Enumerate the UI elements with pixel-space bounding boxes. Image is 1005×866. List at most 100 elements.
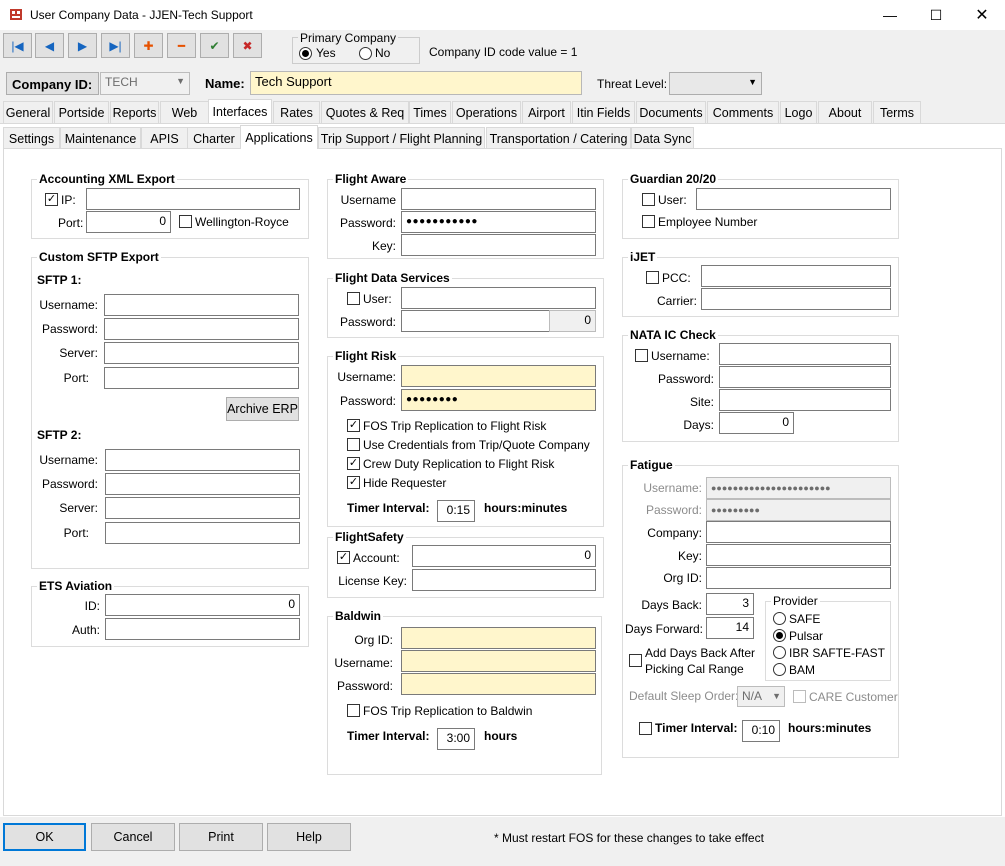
delete-record-button[interactable]: ━ — [167, 33, 196, 58]
maximize-icon[interactable]: ☐ — [913, 0, 959, 30]
fat-timer-checkbox[interactable] — [639, 722, 652, 735]
nata-site-input[interactable] — [719, 389, 891, 411]
sftp1-password-input[interactable] — [104, 318, 299, 340]
fat-days-forward-input[interactable]: 14 — [706, 617, 754, 639]
tab-about[interactable]: About — [818, 101, 872, 123]
cancel-record-button[interactable]: ✖ — [233, 33, 262, 58]
guardian-employee-checkbox[interactable] — [642, 215, 655, 228]
tab-rates[interactable]: Rates — [273, 101, 320, 123]
tab-documents[interactable]: Documents — [636, 101, 706, 123]
sftp1-server-input[interactable] — [104, 342, 299, 364]
subtab-data-sync[interactable]: Data Sync — [631, 127, 694, 149]
ijet-pcc-input[interactable] — [701, 265, 891, 287]
company-id-select[interactable]: TECH ▼ — [100, 72, 190, 95]
ets-id-input[interactable]: 0 — [105, 594, 300, 616]
bw-fos-replication-checkbox[interactable] — [347, 704, 360, 717]
prev-record-button[interactable]: ◀ — [35, 33, 64, 58]
sftp2-username-input[interactable] — [105, 449, 300, 471]
guardian-user-checkbox[interactable] — [642, 193, 655, 206]
tab-portside[interactable]: Portside — [54, 101, 109, 123]
fr-crew-duty-checkbox[interactable]: ✓ — [347, 457, 360, 470]
bw-password-input[interactable] — [401, 673, 596, 695]
fa-password-input[interactable]: ●●●●●●●●●●● — [401, 211, 596, 233]
ijet-pcc-checkbox[interactable] — [646, 271, 659, 284]
subtab-applications[interactable]: Applications — [240, 125, 318, 149]
fs-license-input[interactable] — [412, 569, 596, 591]
provider-safe-radio[interactable] — [773, 612, 786, 625]
save-record-button[interactable]: ✔ — [200, 33, 229, 58]
sftp2-port-input[interactable] — [105, 522, 300, 544]
provider-pulsar-radio[interactable] — [773, 629, 786, 642]
tab-logo[interactable]: Logo — [780, 101, 817, 123]
guardian-user-input[interactable] — [696, 188, 891, 210]
provider-bam-radio[interactable] — [773, 663, 786, 676]
tab-interfaces[interactable]: Interfaces — [208, 99, 272, 123]
fa-key-input[interactable] — [401, 234, 596, 256]
tab-general[interactable]: General — [3, 101, 53, 123]
ip-checkbox[interactable]: ✓ — [45, 193, 58, 206]
subtab-settings[interactable]: Settings — [3, 127, 60, 149]
fds-user-input[interactable] — [401, 287, 596, 309]
ok-button[interactable]: OK — [3, 823, 86, 851]
fr-use-credentials-checkbox[interactable] — [347, 438, 360, 451]
add-record-button[interactable]: ✚ — [134, 33, 163, 58]
fr-timer-input[interactable]: 0:15 — [437, 500, 475, 522]
ijet-carrier-input[interactable] — [701, 288, 891, 310]
fa-username-input[interactable] — [401, 188, 596, 210]
tab-operations[interactable]: Operations — [452, 101, 521, 123]
tab-times[interactable]: Times — [409, 101, 451, 123]
fat-timer-input[interactable]: 0:10 — [742, 720, 780, 742]
bw-orgid-input[interactable] — [401, 627, 596, 649]
fat-key-input[interactable] — [706, 544, 891, 566]
sftp1-username-input[interactable] — [104, 294, 299, 316]
provider-ibr-radio[interactable] — [773, 646, 786, 659]
wellington-checkbox[interactable] — [179, 215, 192, 228]
fr-username-input[interactable] — [401, 365, 596, 387]
port-input[interactable]: 0 — [86, 211, 171, 233]
company-name-input[interactable]: Tech Support — [250, 71, 582, 95]
help-button[interactable]: Help — [267, 823, 351, 851]
subtab-charter[interactable]: Charter — [187, 127, 241, 149]
subtab-transportation-catering[interactable]: Transportation / Catering — [486, 127, 631, 149]
threat-level-select[interactable]: ▼ — [669, 72, 762, 95]
fs-account-checkbox[interactable]: ✓ — [337, 551, 350, 564]
subtab-apis[interactable]: APIS — [141, 127, 188, 149]
minimize-icon[interactable]: — — [867, 0, 913, 30]
ets-auth-input[interactable] — [105, 618, 300, 640]
tab-quotes-req[interactable]: Quotes & Req — [321, 101, 409, 123]
fat-company-input[interactable] — [706, 521, 891, 543]
sftp2-password-input[interactable] — [105, 473, 300, 495]
fat-add-days-checkbox[interactable] — [629, 654, 642, 667]
fr-hide-requester-checkbox[interactable]: ✓ — [347, 476, 360, 489]
next-record-button[interactable]: ▶ — [68, 33, 97, 58]
archive-erp-button[interactable]: Archive ERP — [226, 397, 299, 421]
last-record-button[interactable]: ▶| — [101, 33, 130, 58]
sftp1-port-input[interactable] — [104, 367, 299, 389]
first-record-button[interactable]: |◀ — [3, 33, 32, 58]
ip-input[interactable] — [86, 188, 300, 210]
fat-days-back-input[interactable]: 3 — [706, 593, 754, 615]
tab-web[interactable]: Web — [160, 101, 209, 123]
subtab-maintenance[interactable]: Maintenance — [60, 127, 141, 149]
cancel-button[interactable]: Cancel — [91, 823, 175, 851]
tab-comments[interactable]: Comments — [707, 101, 779, 123]
nata-username-checkbox[interactable] — [635, 349, 648, 362]
sftp2-server-input[interactable] — [105, 497, 300, 519]
fs-account-input[interactable]: 0 — [412, 545, 596, 567]
nata-username-input[interactable] — [719, 343, 891, 365]
tab-itin-fields[interactable]: Itin Fields — [572, 101, 635, 123]
fr-fos-replication-checkbox[interactable]: ✓ — [347, 419, 360, 432]
tab-terms[interactable]: Terms — [873, 101, 921, 123]
bw-username-input[interactable] — [401, 650, 596, 672]
tab-airport[interactable]: Airport — [522, 101, 571, 123]
close-icon[interactable]: ✕ — [959, 0, 1005, 30]
bw-timer-input[interactable]: 3:00 — [437, 728, 475, 750]
nata-days-input[interactable]: 0 — [719, 412, 794, 434]
fds-user-checkbox[interactable] — [347, 292, 360, 305]
print-button[interactable]: Print — [179, 823, 263, 851]
subtab-trip-support-flight-planning[interactable]: Trip Support / Flight Planning — [318, 127, 485, 149]
primary-no-radio[interactable] — [359, 47, 372, 60]
tab-reports[interactable]: Reports — [110, 101, 159, 123]
fds-password-input[interactable] — [401, 310, 550, 332]
primary-yes-radio[interactable] — [299, 47, 312, 60]
